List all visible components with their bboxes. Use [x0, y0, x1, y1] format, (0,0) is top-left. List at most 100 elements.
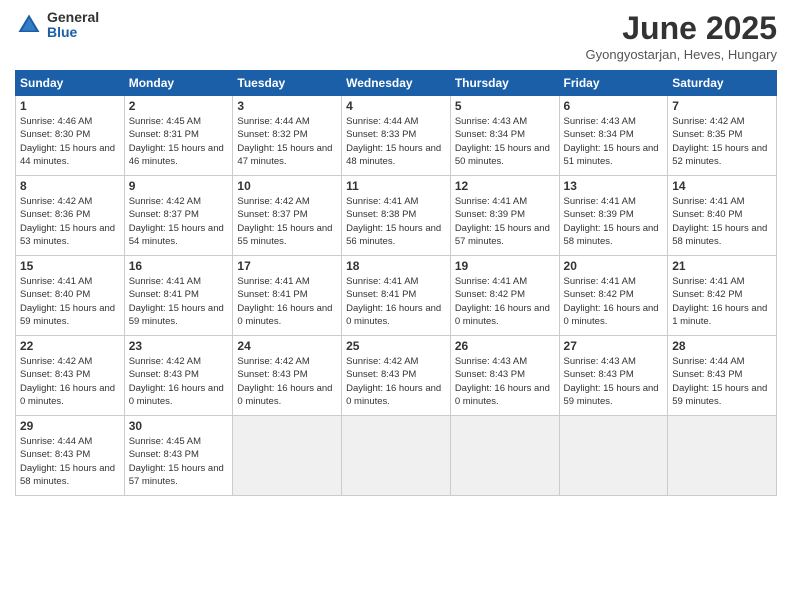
day-number: 20	[564, 259, 664, 273]
day-info: Sunrise: 4:41 AMSunset: 8:42 PMDaylight:…	[455, 275, 555, 328]
day-number: 1	[20, 99, 120, 113]
day-info: Sunrise: 4:42 AMSunset: 8:43 PMDaylight:…	[346, 355, 446, 408]
day-number: 10	[237, 179, 337, 193]
day-number: 27	[564, 339, 664, 353]
day-number: 30	[129, 419, 229, 433]
table-row: 18 Sunrise: 4:41 AMSunset: 8:41 PMDayligh…	[342, 256, 451, 336]
day-header-monday: Monday	[124, 71, 233, 96]
day-header-wednesday: Wednesday	[342, 71, 451, 96]
table-row: 20 Sunrise: 4:41 AMSunset: 8:42 PMDayligh…	[559, 256, 668, 336]
day-number: 21	[672, 259, 772, 273]
day-number: 14	[672, 179, 772, 193]
table-row: 27 Sunrise: 4:43 AMSunset: 8:43 PMDayligh…	[559, 336, 668, 416]
day-info: Sunrise: 4:41 AMSunset: 8:41 PMDaylight:…	[346, 275, 446, 328]
day-number: 8	[20, 179, 120, 193]
location: Gyongyostarjan, Heves, Hungary	[586, 47, 777, 62]
day-info: Sunrise: 4:46 AMSunset: 8:30 PMDaylight:…	[20, 115, 120, 168]
day-number: 17	[237, 259, 337, 273]
day-number: 16	[129, 259, 229, 273]
table-row: 23 Sunrise: 4:42 AMSunset: 8:43 PMDayligh…	[124, 336, 233, 416]
table-row: 8 Sunrise: 4:42 AMSunset: 8:36 PMDaylight…	[16, 176, 125, 256]
logo: General Blue	[15, 10, 99, 41]
logo-icon	[15, 11, 43, 39]
day-number: 22	[20, 339, 120, 353]
day-info: Sunrise: 4:41 AMSunset: 8:39 PMDaylight:…	[455, 195, 555, 248]
logo-text: General Blue	[47, 10, 99, 41]
logo-blue: Blue	[47, 25, 99, 40]
table-row: 13 Sunrise: 4:41 AMSunset: 8:39 PMDayligh…	[559, 176, 668, 256]
day-number: 19	[455, 259, 555, 273]
day-number: 13	[564, 179, 664, 193]
day-info: Sunrise: 4:41 AMSunset: 8:38 PMDaylight:…	[346, 195, 446, 248]
day-info: Sunrise: 4:41 AMSunset: 8:40 PMDaylight:…	[20, 275, 120, 328]
day-header-thursday: Thursday	[450, 71, 559, 96]
day-number: 24	[237, 339, 337, 353]
table-row: 19 Sunrise: 4:41 AMSunset: 8:42 PMDayligh…	[450, 256, 559, 336]
day-number: 3	[237, 99, 337, 113]
day-number: 15	[20, 259, 120, 273]
day-info: Sunrise: 4:41 AMSunset: 8:41 PMDaylight:…	[237, 275, 337, 328]
table-row: 10 Sunrise: 4:42 AMSunset: 8:37 PMDayligh…	[233, 176, 342, 256]
day-number: 25	[346, 339, 446, 353]
page: General Blue June 2025 Gyongyostarjan, H…	[0, 0, 792, 612]
day-info: Sunrise: 4:43 AMSunset: 8:43 PMDaylight:…	[564, 355, 664, 408]
table-row: 11Sunrise: 4:41 AMSunset: 8:38 PMDayligh…	[342, 176, 451, 256]
table-row	[233, 416, 342, 496]
table-row: 2 Sunrise: 4:45 AMSunset: 8:31 PMDaylight…	[124, 96, 233, 176]
day-number: 2	[129, 99, 229, 113]
calendar: SundayMondayTuesdayWednesdayThursdayFrid…	[15, 70, 777, 496]
table-row: 1 Sunrise: 4:46 AMSunset: 8:30 PMDaylight…	[16, 96, 125, 176]
day-info: Sunrise: 4:42 AMSunset: 8:43 PMDaylight:…	[237, 355, 337, 408]
table-row: 30 Sunrise: 4:45 AMSunset: 8:43 PMDayligh…	[124, 416, 233, 496]
day-info: Sunrise: 4:45 AMSunset: 8:31 PMDaylight:…	[129, 115, 229, 168]
table-row: 16 Sunrise: 4:41 AMSunset: 8:41 PMDayligh…	[124, 256, 233, 336]
table-row: 7 Sunrise: 4:42 AMSunset: 8:35 PMDaylight…	[668, 96, 777, 176]
table-row: 21 Sunrise: 4:41 AMSunset: 8:42 PMDayligh…	[668, 256, 777, 336]
logo-general: General	[47, 10, 99, 25]
table-row	[559, 416, 668, 496]
day-number: 26	[455, 339, 555, 353]
table-row: 17 Sunrise: 4:41 AMSunset: 8:41 PMDayligh…	[233, 256, 342, 336]
day-info: Sunrise: 4:43 AMSunset: 8:34 PMDaylight:…	[455, 115, 555, 168]
table-row	[668, 416, 777, 496]
day-info: Sunrise: 4:42 AMSunset: 8:35 PMDaylight:…	[672, 115, 772, 168]
day-number: 12	[455, 179, 555, 193]
day-info: Sunrise: 4:42 AMSunset: 8:37 PMDaylight:…	[129, 195, 229, 248]
day-number: 28	[672, 339, 772, 353]
day-info: Sunrise: 4:45 AMSunset: 8:43 PMDaylight:…	[129, 435, 229, 488]
table-row: 9 Sunrise: 4:42 AMSunset: 8:37 PMDaylight…	[124, 176, 233, 256]
table-row: 6Sunrise: 4:43 AMSunset: 8:34 PMDaylight…	[559, 96, 668, 176]
header: General Blue June 2025 Gyongyostarjan, H…	[15, 10, 777, 62]
table-row: 4Sunrise: 4:44 AMSunset: 8:33 PMDaylight…	[342, 96, 451, 176]
table-row: 28 Sunrise: 4:44 AMSunset: 8:43 PMDayligh…	[668, 336, 777, 416]
table-row: 14Sunrise: 4:41 AMSunset: 8:40 PMDayligh…	[668, 176, 777, 256]
day-number: 7	[672, 99, 772, 113]
title-block: June 2025 Gyongyostarjan, Heves, Hungary	[586, 10, 777, 62]
table-row: 15 Sunrise: 4:41 AMSunset: 8:40 PMDayligh…	[16, 256, 125, 336]
day-info: Sunrise: 4:43 AMSunset: 8:34 PMDaylight:…	[564, 115, 664, 168]
day-number: 4	[346, 99, 446, 113]
day-info: Sunrise: 4:42 AMSunset: 8:36 PMDaylight:…	[20, 195, 120, 248]
day-info: Sunrise: 4:42 AMSunset: 8:43 PMDaylight:…	[129, 355, 229, 408]
day-info: Sunrise: 4:41 AMSunset: 8:39 PMDaylight:…	[564, 195, 664, 248]
day-header-sunday: Sunday	[16, 71, 125, 96]
table-row: 29Sunrise: 4:44 AMSunset: 8:43 PMDayligh…	[16, 416, 125, 496]
day-info: Sunrise: 4:42 AMSunset: 8:37 PMDaylight:…	[237, 195, 337, 248]
day-number: 9	[129, 179, 229, 193]
day-info: Sunrise: 4:43 AMSunset: 8:43 PMDaylight:…	[455, 355, 555, 408]
table-row: 26 Sunrise: 4:43 AMSunset: 8:43 PMDayligh…	[450, 336, 559, 416]
day-info: Sunrise: 4:41 AMSunset: 8:41 PMDaylight:…	[129, 275, 229, 328]
table-row: 24 Sunrise: 4:42 AMSunset: 8:43 PMDayligh…	[233, 336, 342, 416]
table-row: 3Sunrise: 4:44 AMSunset: 8:32 PMDaylight…	[233, 96, 342, 176]
table-row	[450, 416, 559, 496]
day-number: 23	[129, 339, 229, 353]
day-info: Sunrise: 4:44 AMSunset: 8:43 PMDaylight:…	[672, 355, 772, 408]
day-number: 5	[455, 99, 555, 113]
day-number: 18	[346, 259, 446, 273]
day-info: Sunrise: 4:41 AMSunset: 8:42 PMDaylight:…	[672, 275, 772, 328]
day-info: Sunrise: 4:41 AMSunset: 8:42 PMDaylight:…	[564, 275, 664, 328]
month-title: June 2025	[586, 10, 777, 47]
table-row: 5 Sunrise: 4:43 AMSunset: 8:34 PMDaylight…	[450, 96, 559, 176]
table-row: 12 Sunrise: 4:41 AMSunset: 8:39 PMDayligh…	[450, 176, 559, 256]
table-row: 22Sunrise: 4:42 AMSunset: 8:43 PMDayligh…	[16, 336, 125, 416]
